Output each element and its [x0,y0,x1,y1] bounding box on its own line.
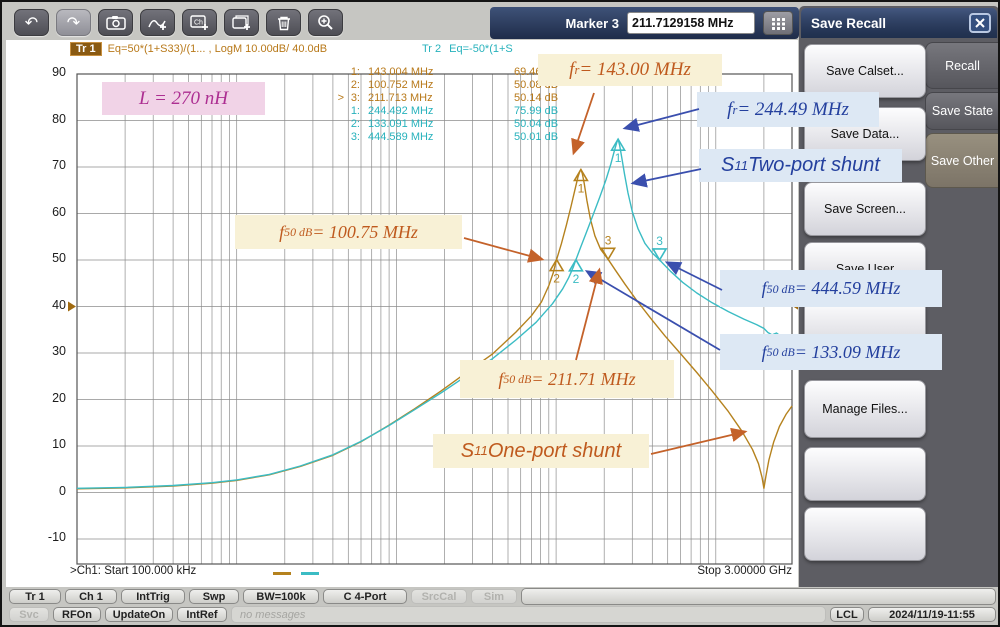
marker-row: 1: 244.492 MHz 75.99 dB [350,105,559,117]
y-axis-label: 30 [52,344,66,358]
annotation-fr-244: fr = 244.49 MHz [697,92,879,127]
y-axis-label: 60 [52,204,66,219]
ref-level-marker-left [68,301,76,312]
save-screen-button[interactable]: Save Screen... [804,182,926,236]
main-toolbar: ↶ ↷ Ch Marker 3 [4,4,799,40]
marker-row: 2: 100.752 MHz 50.08 dB [350,79,559,91]
y-axis-label: 10 [52,437,66,451]
status-update-button[interactable]: UpdateOn [105,607,173,622]
softkey-blank[interactable] [804,447,926,501]
y-axis-label: 70 [52,158,66,172]
status-svc-button[interactable]: Svc [9,607,49,622]
tab-save-other[interactable]: Save Other [925,133,998,188]
keypad-icon[interactable] [763,11,793,35]
annotation-two-port-shunt: S 11 Two-port shunt [699,149,902,182]
marker-row: 3: 444.589 MHz 50.01 dB [350,131,559,143]
trace2-legend-dash [301,572,319,575]
panel-title: Save Recall [811,15,887,31]
softkey-blank[interactable] [804,507,926,561]
marker-row: >3: 211.713 MHz 50.14 dB [337,92,559,104]
undo-icon[interactable]: ↶ [14,9,49,36]
marker-value-input[interactable] [627,12,755,34]
status-ref-button[interactable]: IntRef [177,607,227,622]
y-axis-label: 0 [59,483,66,498]
annotation-f50-211: f 50 dB = 211.71 MHz [460,360,674,398]
trace-marker-number: 2 [573,272,580,286]
chart-area: Tr 1 Eq=50*(1+S33)/(1... , LogM 10.00dB/ … [6,40,798,587]
vna-application-window: ↶ ↷ Ch Marker 3 Tr 1Eq=50*(1 [0,0,1000,627]
status-sweep-button[interactable]: Swp [189,589,239,604]
redo-icon[interactable]: ↷ [56,9,91,36]
status-srccal-button[interactable]: SrcCal [411,589,467,604]
trace-marker-number: 3 [656,234,663,248]
y-axis-label: 40 [52,297,66,312]
status-spacer [521,588,996,605]
marker-entry-bar: Marker 3 [490,7,799,39]
status-cal-button[interactable]: C 4-Port [323,589,407,604]
y-axis-label: 80 [52,111,66,126]
marker-row: 2: 133.091 MHz 50.04 dB [350,118,559,130]
annotation-one-port-shunt: S 11 One-port shunt [433,434,649,468]
message-area: no messages [231,606,826,623]
tab-recall[interactable]: Recall [925,42,998,89]
trace-marker-number: 2 [553,272,560,286]
status-trigger-button[interactable]: IntTrig [121,589,185,604]
stop-frequency-label: Stop 3.00000 GHz [697,565,792,577]
trace-marker-number: 1 [615,151,622,165]
svg-text:Ch: Ch [194,19,203,26]
status-trace-button[interactable]: Tr 1 [9,589,61,604]
status-bandwidth-button[interactable]: BW=100k [243,589,319,604]
add-window-icon[interactable] [224,9,259,36]
trace1-legend-dash [273,572,291,575]
trace-marker-number: 1 [578,182,585,196]
marker-table: 1: 143.004 MHz 69.46 dB 2: 100.752 MHz 50.08… [334,66,558,144]
y-axis-label: 50 [52,251,66,265]
y-axis-label: 20 [52,390,66,405]
marker-row: 1: 143.004 MHz 69.46 dB [350,66,559,78]
lcl-indicator[interactable]: LCL [830,607,864,622]
status-sim-button[interactable]: Sim [471,589,517,604]
status-channel-button[interactable]: Ch 1 [65,589,117,604]
annotation-inductance: L = 270 nH [102,82,265,115]
marker-label: Marker 3 [565,15,619,31]
status-rf-button[interactable]: RFOn [53,607,101,622]
tab-save-state[interactable]: Save State [925,92,998,130]
panel-header: Save Recall [801,8,997,38]
trace-marker-number: 3 [605,233,612,247]
screenshot-icon[interactable] [98,9,133,36]
trace-marker-glyph [651,248,668,262]
add-trace-icon[interactable] [140,9,175,36]
sweep-range-line: >Ch1: Start 100.000 kHz Stop 3.00000 GHz [70,565,794,581]
delete-icon[interactable] [266,9,301,36]
add-channel-icon[interactable]: Ch [182,9,217,36]
y-axis-label: -10 [47,530,66,544]
plot-frame [76,73,793,565]
status-bar-row1: Tr 1 Ch 1 IntTrig Swp BW=100k C 4-Port S… [4,588,996,605]
zoom-icon[interactable] [308,9,343,36]
annotation-fr-143: fr = 143.00 MHz [538,54,722,86]
datetime-display: 2024/11/19-11:55 [868,607,996,622]
status-bar-row2: Svc RFOn UpdateOn IntRef no messages LCL… [4,606,996,623]
annotation-f50-444: f 50 dB = 444.59 MHz [720,270,942,307]
annotation-f50-100: f 50 dB = 100.75 MHz [235,215,462,249]
save-calset-button[interactable]: Save Calset... [804,44,926,98]
annotation-f50-133: f 50 dB = 133.09 MHz [720,334,942,370]
close-icon[interactable] [969,13,991,33]
start-frequency-label: >Ch1: Start 100.000 kHz [70,565,197,577]
manage-files-button[interactable]: Manage Files... [804,380,926,438]
y-axis-label: 90 [52,65,66,79]
